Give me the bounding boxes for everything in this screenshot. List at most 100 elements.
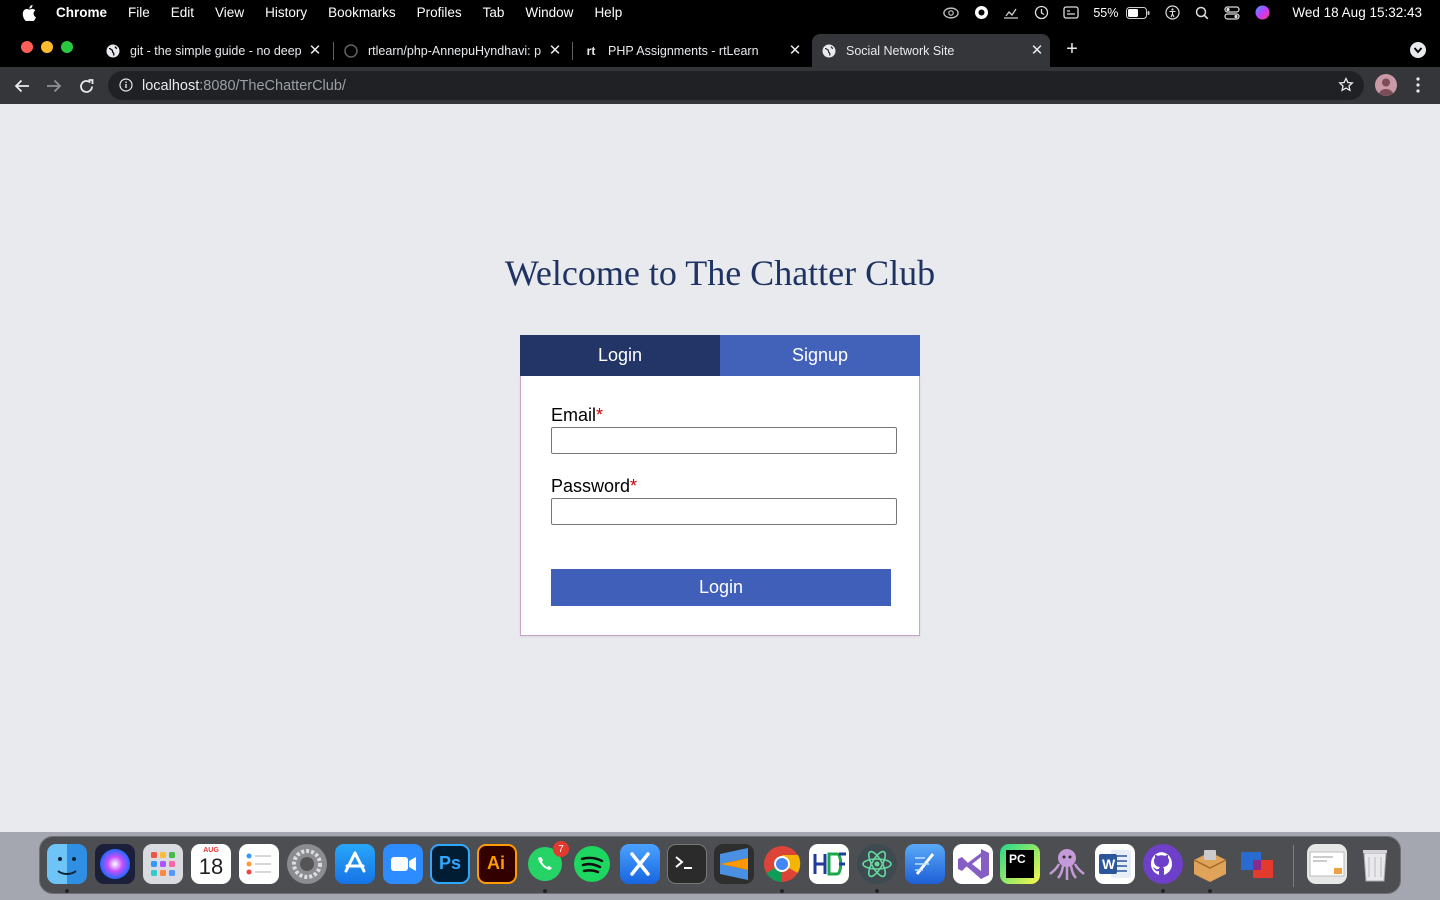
menu-help[interactable]: Help (594, 5, 622, 20)
site-info-icon[interactable] (119, 78, 133, 92)
new-tab-icon[interactable]: + (1062, 38, 1082, 60)
email-label: Email* (551, 405, 603, 426)
globe-icon (822, 44, 836, 58)
running-indicator (65, 889, 69, 893)
url-host: localhost (142, 78, 200, 94)
menubar-clock[interactable]: Wed 18 Aug 15:32:43 (1292, 5, 1422, 20)
terminal-icon[interactable] (667, 844, 707, 884)
system-preferences-icon[interactable] (287, 844, 327, 884)
pycharm-icon-inner: PC (1006, 850, 1034, 878)
running-indicator (1208, 889, 1212, 893)
menu-bookmarks[interactable]: Bookmarks (328, 5, 396, 20)
spotify-icon[interactable] (572, 844, 612, 884)
menu-history[interactable]: History (265, 5, 307, 20)
instruments-icon[interactable] (905, 844, 945, 884)
time-machine-icon[interactable] (1033, 5, 1049, 21)
login-submit-button[interactable]: Login (551, 569, 891, 606)
tab-login[interactable]: Login (520, 335, 720, 376)
menu-profiles[interactable]: Profiles (417, 5, 462, 20)
email-field[interactable] (551, 427, 897, 454)
keyboard-input-icon[interactable] (1063, 5, 1080, 21)
accessibility-icon[interactable] (1164, 5, 1180, 21)
tab-social-network-site[interactable]: Social Network Site ✕ (812, 34, 1050, 67)
login-form: Email* Password* Login (520, 376, 920, 636)
atom-icon[interactable] (857, 844, 897, 884)
calendar-icon[interactable]: AUG 18 (191, 844, 231, 884)
close-tab-icon[interactable]: ✕ (548, 42, 562, 59)
parallels-icon[interactable] (1237, 844, 1277, 884)
trash-icon[interactable] (1355, 844, 1395, 884)
menu-file[interactable]: File (128, 5, 150, 20)
word-icon[interactable]: W (1095, 844, 1135, 884)
tab-git-guide[interactable]: git - the simple guide - no deep ✕ (96, 34, 328, 67)
password-label-text: Password (551, 476, 631, 496)
address-bar[interactable]: localhost:8080/TheChatterClub/ (108, 71, 1364, 100)
siri-icon[interactable] (95, 844, 135, 884)
close-window-button[interactable] (21, 41, 33, 53)
running-indicator (1161, 889, 1165, 893)
xcode-icon[interactable] (620, 844, 660, 884)
page-title: Welcome to The Chatter Club (504, 253, 936, 293)
sublime-text-icon[interactable] (714, 844, 754, 884)
pycharm-label: PC (1009, 852, 1026, 866)
app-store-icon[interactable] (335, 844, 375, 884)
notification-badge: 7 (553, 841, 569, 857)
visual-studio-icon[interactable] (953, 844, 993, 884)
github-desktop-icon[interactable] (1143, 844, 1183, 884)
sync-status-icon[interactable] (973, 5, 989, 21)
launchpad-icon[interactable] (143, 844, 183, 884)
word-label: W (1102, 856, 1116, 872)
menu-app-name[interactable]: Chrome (56, 5, 107, 20)
illustrator-icon[interactable]: Ai (477, 844, 517, 884)
pycharm-icon[interactable]: PC (1000, 844, 1040, 884)
illustrator-label: Ai (487, 853, 505, 873)
activity-icon[interactable] (1003, 5, 1019, 21)
menu-view[interactable]: View (215, 5, 244, 20)
close-tab-icon[interactable]: ✕ (788, 42, 802, 59)
reminders-icon[interactable] (239, 844, 279, 884)
forward-arrow-icon[interactable] (44, 76, 64, 96)
menu-tab[interactable]: Tab (483, 5, 505, 20)
back-arrow-icon[interactable] (12, 76, 32, 96)
menu-bar: Chrome File Edit View History Bookmarks … (0, 0, 1440, 25)
url-text[interactable]: localhost:8080/TheChatterClub/ (142, 78, 346, 94)
reload-icon[interactable] (76, 76, 96, 96)
close-tab-icon[interactable]: ✕ (308, 42, 322, 59)
gitkraken-icon[interactable] (1047, 844, 1087, 884)
downloads-folder-icon[interactable] (1307, 844, 1347, 884)
status-area: 55% Wed 18 Aug 15:32:43 (943, 0, 1440, 25)
creative-cloud-icon[interactable] (943, 5, 960, 21)
archive-utility-icon[interactable] (1190, 844, 1230, 884)
bookmark-star-icon[interactable] (1338, 77, 1354, 93)
minimize-window-button[interactable] (41, 41, 53, 53)
globe-icon (106, 44, 120, 58)
photoshop-icon[interactable]: Ps (430, 844, 470, 884)
battery-icon[interactable] (1126, 5, 1150, 21)
profile-avatar[interactable] (1375, 74, 1397, 96)
running-indicator (780, 889, 784, 893)
zoom-window-button[interactable] (61, 41, 73, 53)
tab-github-repo[interactable]: rtlearn/php-AnnepuHyndhavi: p ✕ (334, 34, 568, 67)
apple-icon[interactable] (20, 4, 38, 22)
finder-icon[interactable] (47, 844, 87, 884)
control-center-icon[interactable] (1224, 5, 1240, 21)
running-indicator (875, 889, 879, 893)
zoom-icon[interactable] (383, 844, 423, 884)
tab-signup[interactable]: Signup (720, 335, 920, 376)
menu-edit[interactable]: Edit (171, 5, 194, 20)
rt-icon: rt (586, 43, 596, 58)
chrome-icon[interactable] (762, 844, 802, 884)
password-field[interactable] (551, 498, 897, 525)
chrome-menu-icon[interactable] (1410, 75, 1426, 95)
tab-php-assignments[interactable]: rt PHP Assignments - rtLearn ✕ (574, 34, 808, 67)
hdf-viewer-icon[interactable] (809, 844, 849, 884)
browser-toolbar: localhost:8080/TheChatterClub/ (0, 67, 1440, 104)
close-tab-icon[interactable]: ✕ (1030, 42, 1044, 59)
tab-search-icon[interactable] (1410, 42, 1426, 58)
whatsapp-icon[interactable]: 7 (525, 841, 569, 884)
spotlight-search-icon[interactable] (1194, 5, 1210, 21)
siri-icon[interactable] (1254, 5, 1270, 21)
photoshop-label: Ps (439, 853, 462, 873)
menu-window[interactable]: Window (525, 5, 573, 20)
tab-title: Social Network Site (846, 43, 955, 58)
